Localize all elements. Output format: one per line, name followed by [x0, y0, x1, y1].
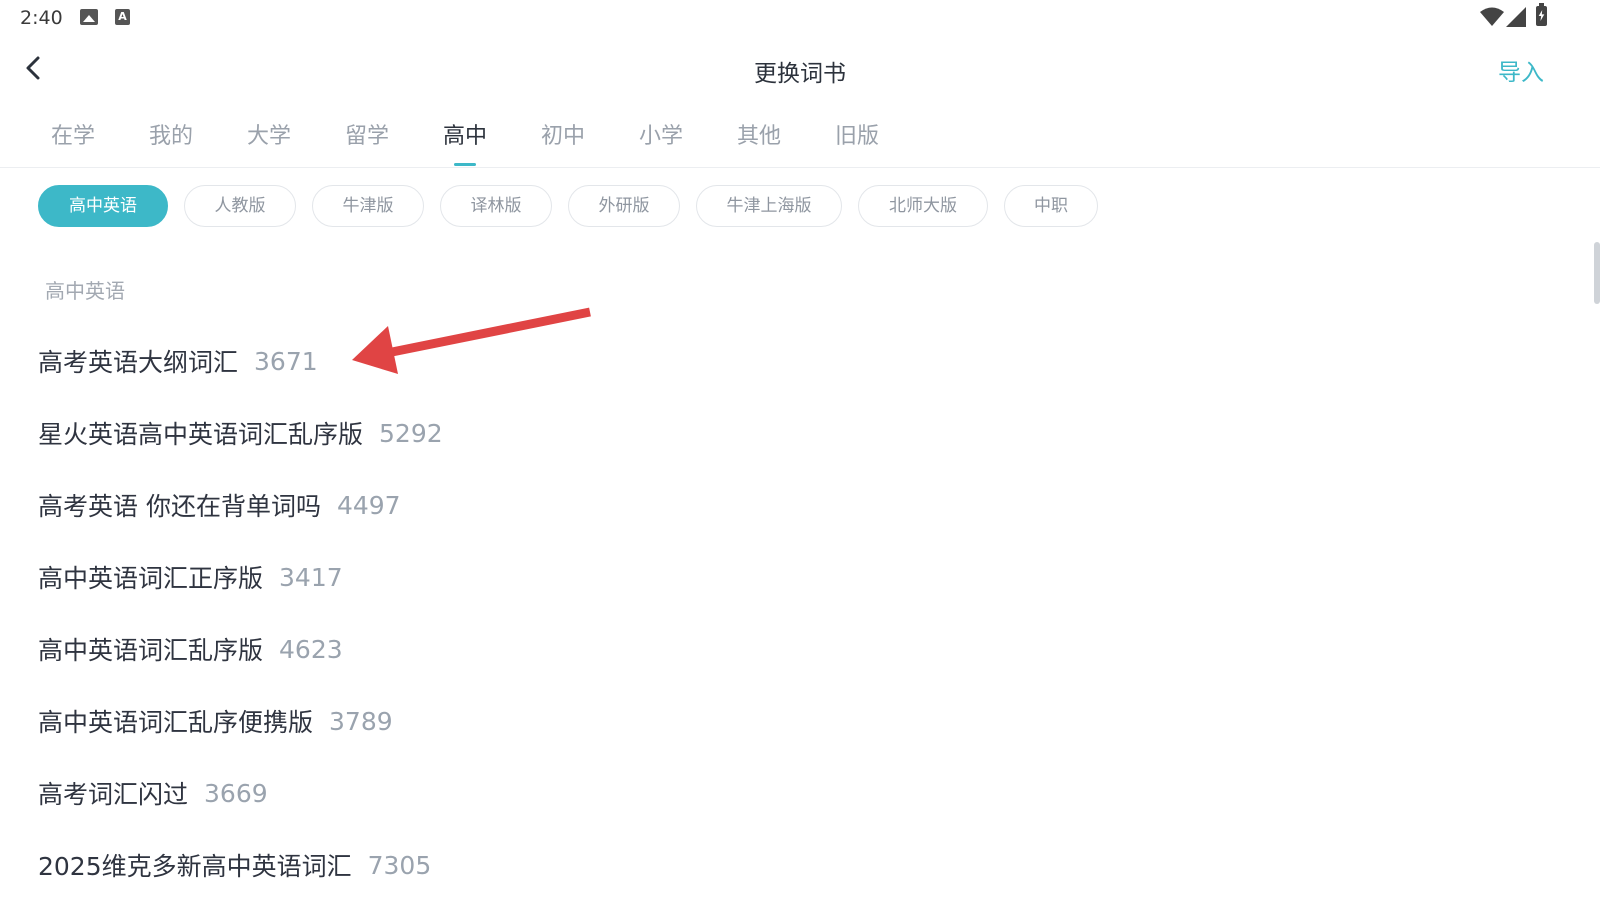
book-name: 高中英语词汇乱序便携版 [38, 708, 314, 737]
chip-niujin[interactable]: 牛津版 [312, 185, 424, 227]
tabs-divider [0, 167, 1600, 168]
book-word-count: 3417 [279, 562, 343, 592]
page-title: 更换词书 [754, 61, 846, 87]
book-name: 高考词汇闪过 [38, 780, 189, 809]
scrollbar[interactable] [1594, 242, 1600, 304]
book-item[interactable]: 高考英语大纲词汇 3671 [38, 325, 1538, 397]
book-item[interactable]: 高中英语词汇乱序便携版 3789 [38, 685, 1538, 757]
header: 更换词书 导入 [0, 36, 1600, 100]
book-item[interactable]: 高考英语 你还在背单词吗 4497 [38, 469, 1538, 541]
book-item[interactable]: 星火英语高中英语词汇乱序版 5292 [38, 397, 1538, 469]
tab-jiuban[interactable]: 旧版 [808, 108, 906, 166]
tab-chuzhong[interactable]: 初中 [514, 108, 612, 166]
book-word-count: 3789 [329, 706, 393, 736]
status-bar: 2:40 A [0, 0, 1600, 36]
tab-liuxue[interactable]: 留学 [318, 108, 416, 166]
book-item[interactable]: 高中英语词汇正序版 3417 [38, 541, 1538, 613]
chip-renjiao[interactable]: 人教版 [184, 185, 296, 227]
image-icon [80, 9, 98, 25]
book-word-count: 5292 [379, 418, 443, 448]
book-word-count: 7305 [367, 850, 432, 880]
annotation-arrow-icon [352, 307, 591, 374]
a-icon: A [115, 9, 130, 25]
chip-niujin-shanghai[interactable]: 牛津上海版 [696, 185, 842, 227]
tab-gaozhong[interactable]: 高中 [416, 108, 514, 166]
book-word-count: 4497 [336, 490, 401, 520]
book-name: 高中英语词汇乱序版 [38, 636, 264, 665]
tab-qita[interactable]: 其他 [710, 108, 808, 166]
book-name: 2025维克多新高中英语词汇 [38, 852, 352, 881]
wifi-icon [1480, 7, 1504, 26]
chip-waiyan[interactable]: 外研版 [568, 185, 680, 227]
chip-yilin[interactable]: 译林版 [440, 185, 552, 227]
book-name: 星火英语高中英语词汇乱序版 [38, 420, 364, 449]
book-list: 高考英语大纲词汇 3671 星火英语高中英语词汇乱序版 5292 高考英语 你还… [38, 325, 1538, 900]
book-item[interactable]: 2025维克多新高中英语词汇 7305 [38, 829, 1538, 900]
book-word-count: 3671 [254, 346, 318, 376]
book-word-count: 4623 [279, 634, 343, 664]
section-title: 高中英语 [45, 279, 125, 303]
book-name: 高考英语 你还在背单词吗 [38, 492, 321, 521]
tab-xiaoxue[interactable]: 小学 [612, 108, 710, 166]
chip-zhongzhi[interactable]: 中职 [1004, 185, 1098, 227]
tab-wode[interactable]: 我的 [122, 108, 220, 166]
filter-chips: 高中英语 人教版 牛津版 译林版 外研版 牛津上海版 北师大版 中职 [38, 185, 1114, 227]
book-item[interactable]: 高考词汇闪过 3669 [38, 757, 1538, 829]
tab-zaixue[interactable]: 在学 [24, 108, 122, 166]
book-word-count: 3669 [204, 778, 268, 808]
chip-gaozhong-yingyu[interactable]: 高中英语 [38, 185, 168, 227]
chip-beishida[interactable]: 北师大版 [858, 185, 988, 227]
battery-charging-icon [1536, 3, 1547, 26]
book-name: 高中英语词汇正序版 [38, 564, 264, 593]
status-time: 2:40 [20, 7, 63, 29]
import-button[interactable]: 导入 [1498, 53, 1544, 87]
tab-daxue[interactable]: 大学 [220, 108, 318, 166]
category-tabs: 在学 我的 大学 留学 高中 初中 小学 其他 旧版 [24, 108, 906, 166]
signal-icon [1506, 7, 1526, 27]
book-name: 高考英语大纲词汇 [38, 348, 239, 377]
book-item[interactable]: 高中英语词汇乱序版 4623 [38, 613, 1538, 685]
